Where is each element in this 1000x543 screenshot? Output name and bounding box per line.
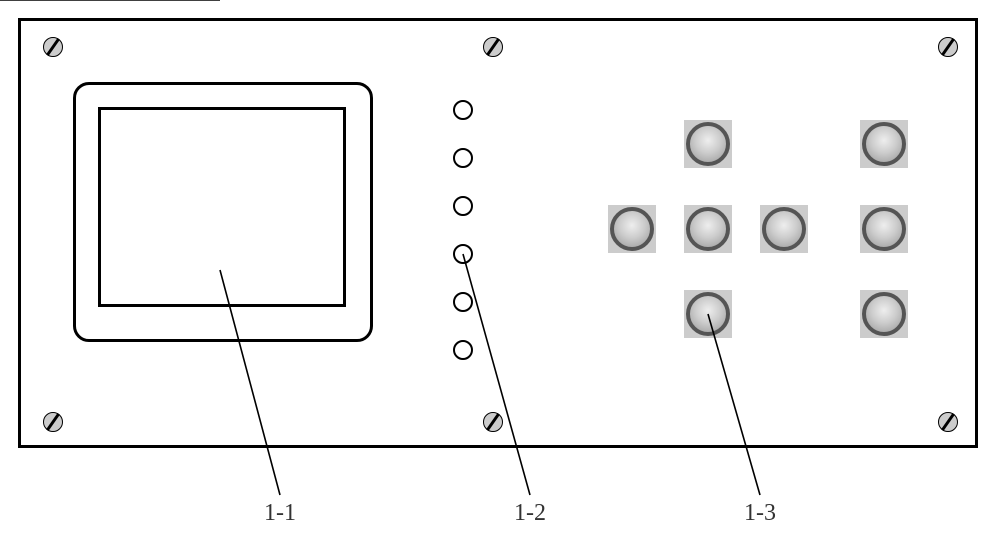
screw-icon [483, 412, 503, 432]
screw-icon [938, 37, 958, 57]
dpad-up-button[interactable] [684, 120, 732, 168]
aux-button-1[interactable] [860, 120, 908, 168]
callout-label-buttons: 1-3 [744, 500, 776, 527]
button-cap-icon [762, 207, 806, 251]
indicator-led [453, 292, 473, 312]
diagram-stage: 1-1 1-2 1-3 [0, 0, 1000, 543]
dpad-center-button[interactable] [684, 205, 732, 253]
screw-icon [938, 412, 958, 432]
dpad-left-button[interactable] [608, 205, 656, 253]
button-cap-icon [686, 207, 730, 251]
indicator-led [453, 196, 473, 216]
callout-label-screen: 1-1 [264, 500, 296, 527]
button-cap-icon [862, 122, 906, 166]
screw-icon [43, 37, 63, 57]
dpad-right-button[interactable] [760, 205, 808, 253]
indicator-led [453, 244, 473, 264]
aux-button-3[interactable] [860, 290, 908, 338]
indicator-led [453, 148, 473, 168]
button-cap-icon [686, 292, 730, 336]
button-cap-icon [610, 207, 654, 251]
button-cap-icon [862, 207, 906, 251]
aux-button-2[interactable] [860, 205, 908, 253]
indicator-led [453, 340, 473, 360]
screw-icon [43, 412, 63, 432]
screw-icon [483, 37, 503, 57]
display-screen [98, 107, 346, 307]
button-cap-icon [686, 122, 730, 166]
button-cap-icon [862, 292, 906, 336]
dpad-down-button[interactable] [684, 290, 732, 338]
callout-label-leds: 1-2 [514, 500, 546, 527]
indicator-led [453, 100, 473, 120]
